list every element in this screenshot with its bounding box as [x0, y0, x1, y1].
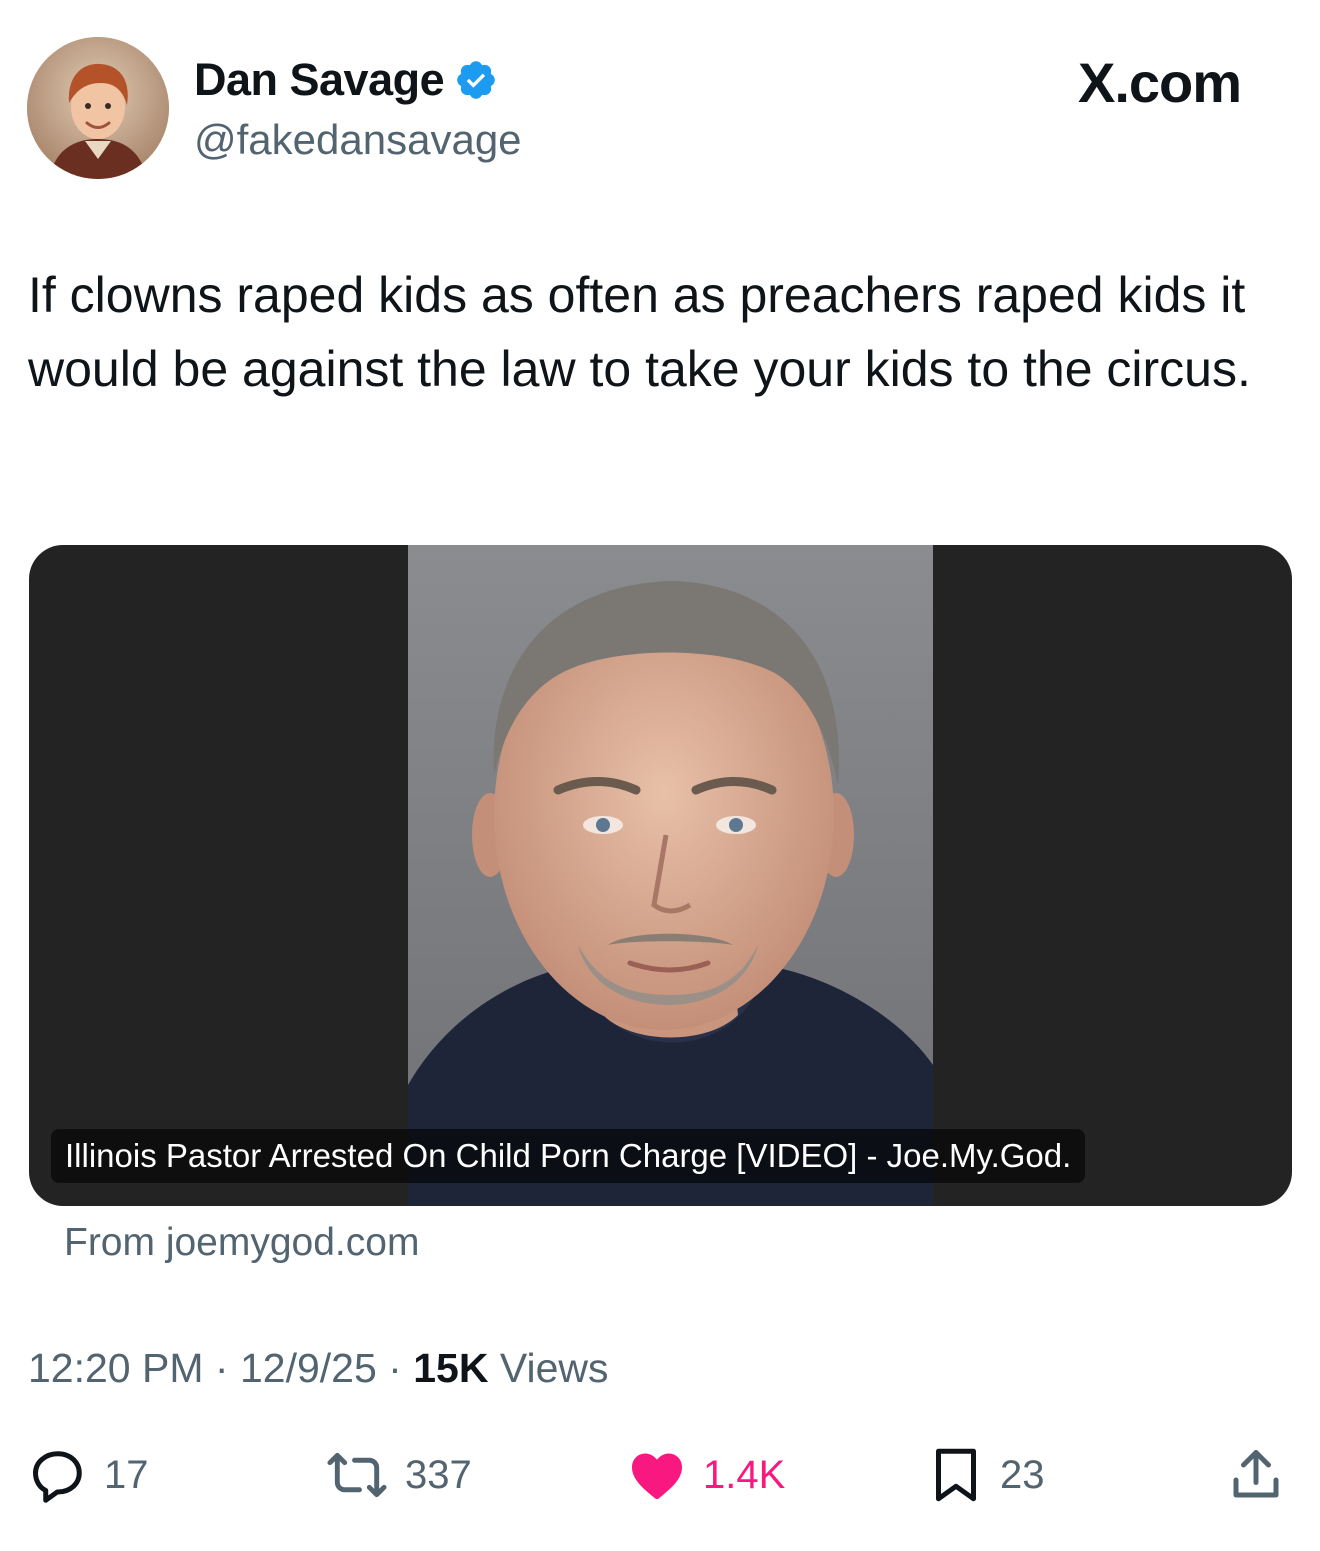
views-label: Views — [499, 1345, 609, 1391]
repost-icon — [327, 1452, 387, 1498]
like-count: 1.4K — [703, 1452, 786, 1497]
tweet-date[interactable]: 12/9/25 — [240, 1345, 377, 1391]
views-count: 15K — [413, 1345, 489, 1391]
like-button[interactable]: 1.4K — [627, 1440, 785, 1510]
card-image — [408, 545, 933, 1206]
bookmark-button[interactable]: 23 — [928, 1440, 1045, 1510]
author-handle[interactable]: @fakedansavage — [194, 116, 522, 164]
mugshot-photo-icon — [408, 545, 933, 1206]
repost-button[interactable]: 337 — [325, 1440, 472, 1510]
link-card[interactable]: Illinois Pastor Arrested On Child Porn C… — [29, 545, 1292, 1206]
card-source-link[interactable]: From joemygod.com — [64, 1221, 419, 1265]
reply-icon — [33, 1451, 82, 1503]
display-name[interactable]: Dan Savage — [194, 54, 445, 106]
share-icon — [1233, 1450, 1279, 1498]
card-caption: Illinois Pastor Arrested On Child Porn C… — [51, 1129, 1086, 1183]
bookmark-count: 23 — [1000, 1452, 1045, 1497]
reply-button[interactable]: 17 — [28, 1440, 149, 1510]
verified-badge-icon — [457, 61, 495, 99]
repost-count: 337 — [405, 1452, 472, 1497]
meta-separator: · — [388, 1345, 402, 1391]
tweet-meta: 12:20 PM · 12/9/25 · 15K Views — [28, 1345, 609, 1392]
meta-separator: · — [214, 1345, 229, 1391]
heart-filled-icon — [632, 1453, 682, 1499]
reply-count: 17 — [104, 1452, 149, 1497]
tweet-time[interactable]: 12:20 PM — [28, 1345, 204, 1391]
avatar[interactable] — [27, 37, 169, 179]
tweet-text: If clowns raped kids as often as preache… — [28, 267, 1251, 397]
child-portrait-avatar-icon — [27, 37, 169, 179]
site-label: X.com — [1078, 51, 1242, 114]
action-bar: 17 337 1.4K 23 — [0, 1440, 1320, 1510]
bookmark-icon — [936, 1448, 976, 1502]
author-name-row[interactable]: Dan Savage — [194, 52, 498, 108]
share-button[interactable] — [1226, 1440, 1286, 1510]
